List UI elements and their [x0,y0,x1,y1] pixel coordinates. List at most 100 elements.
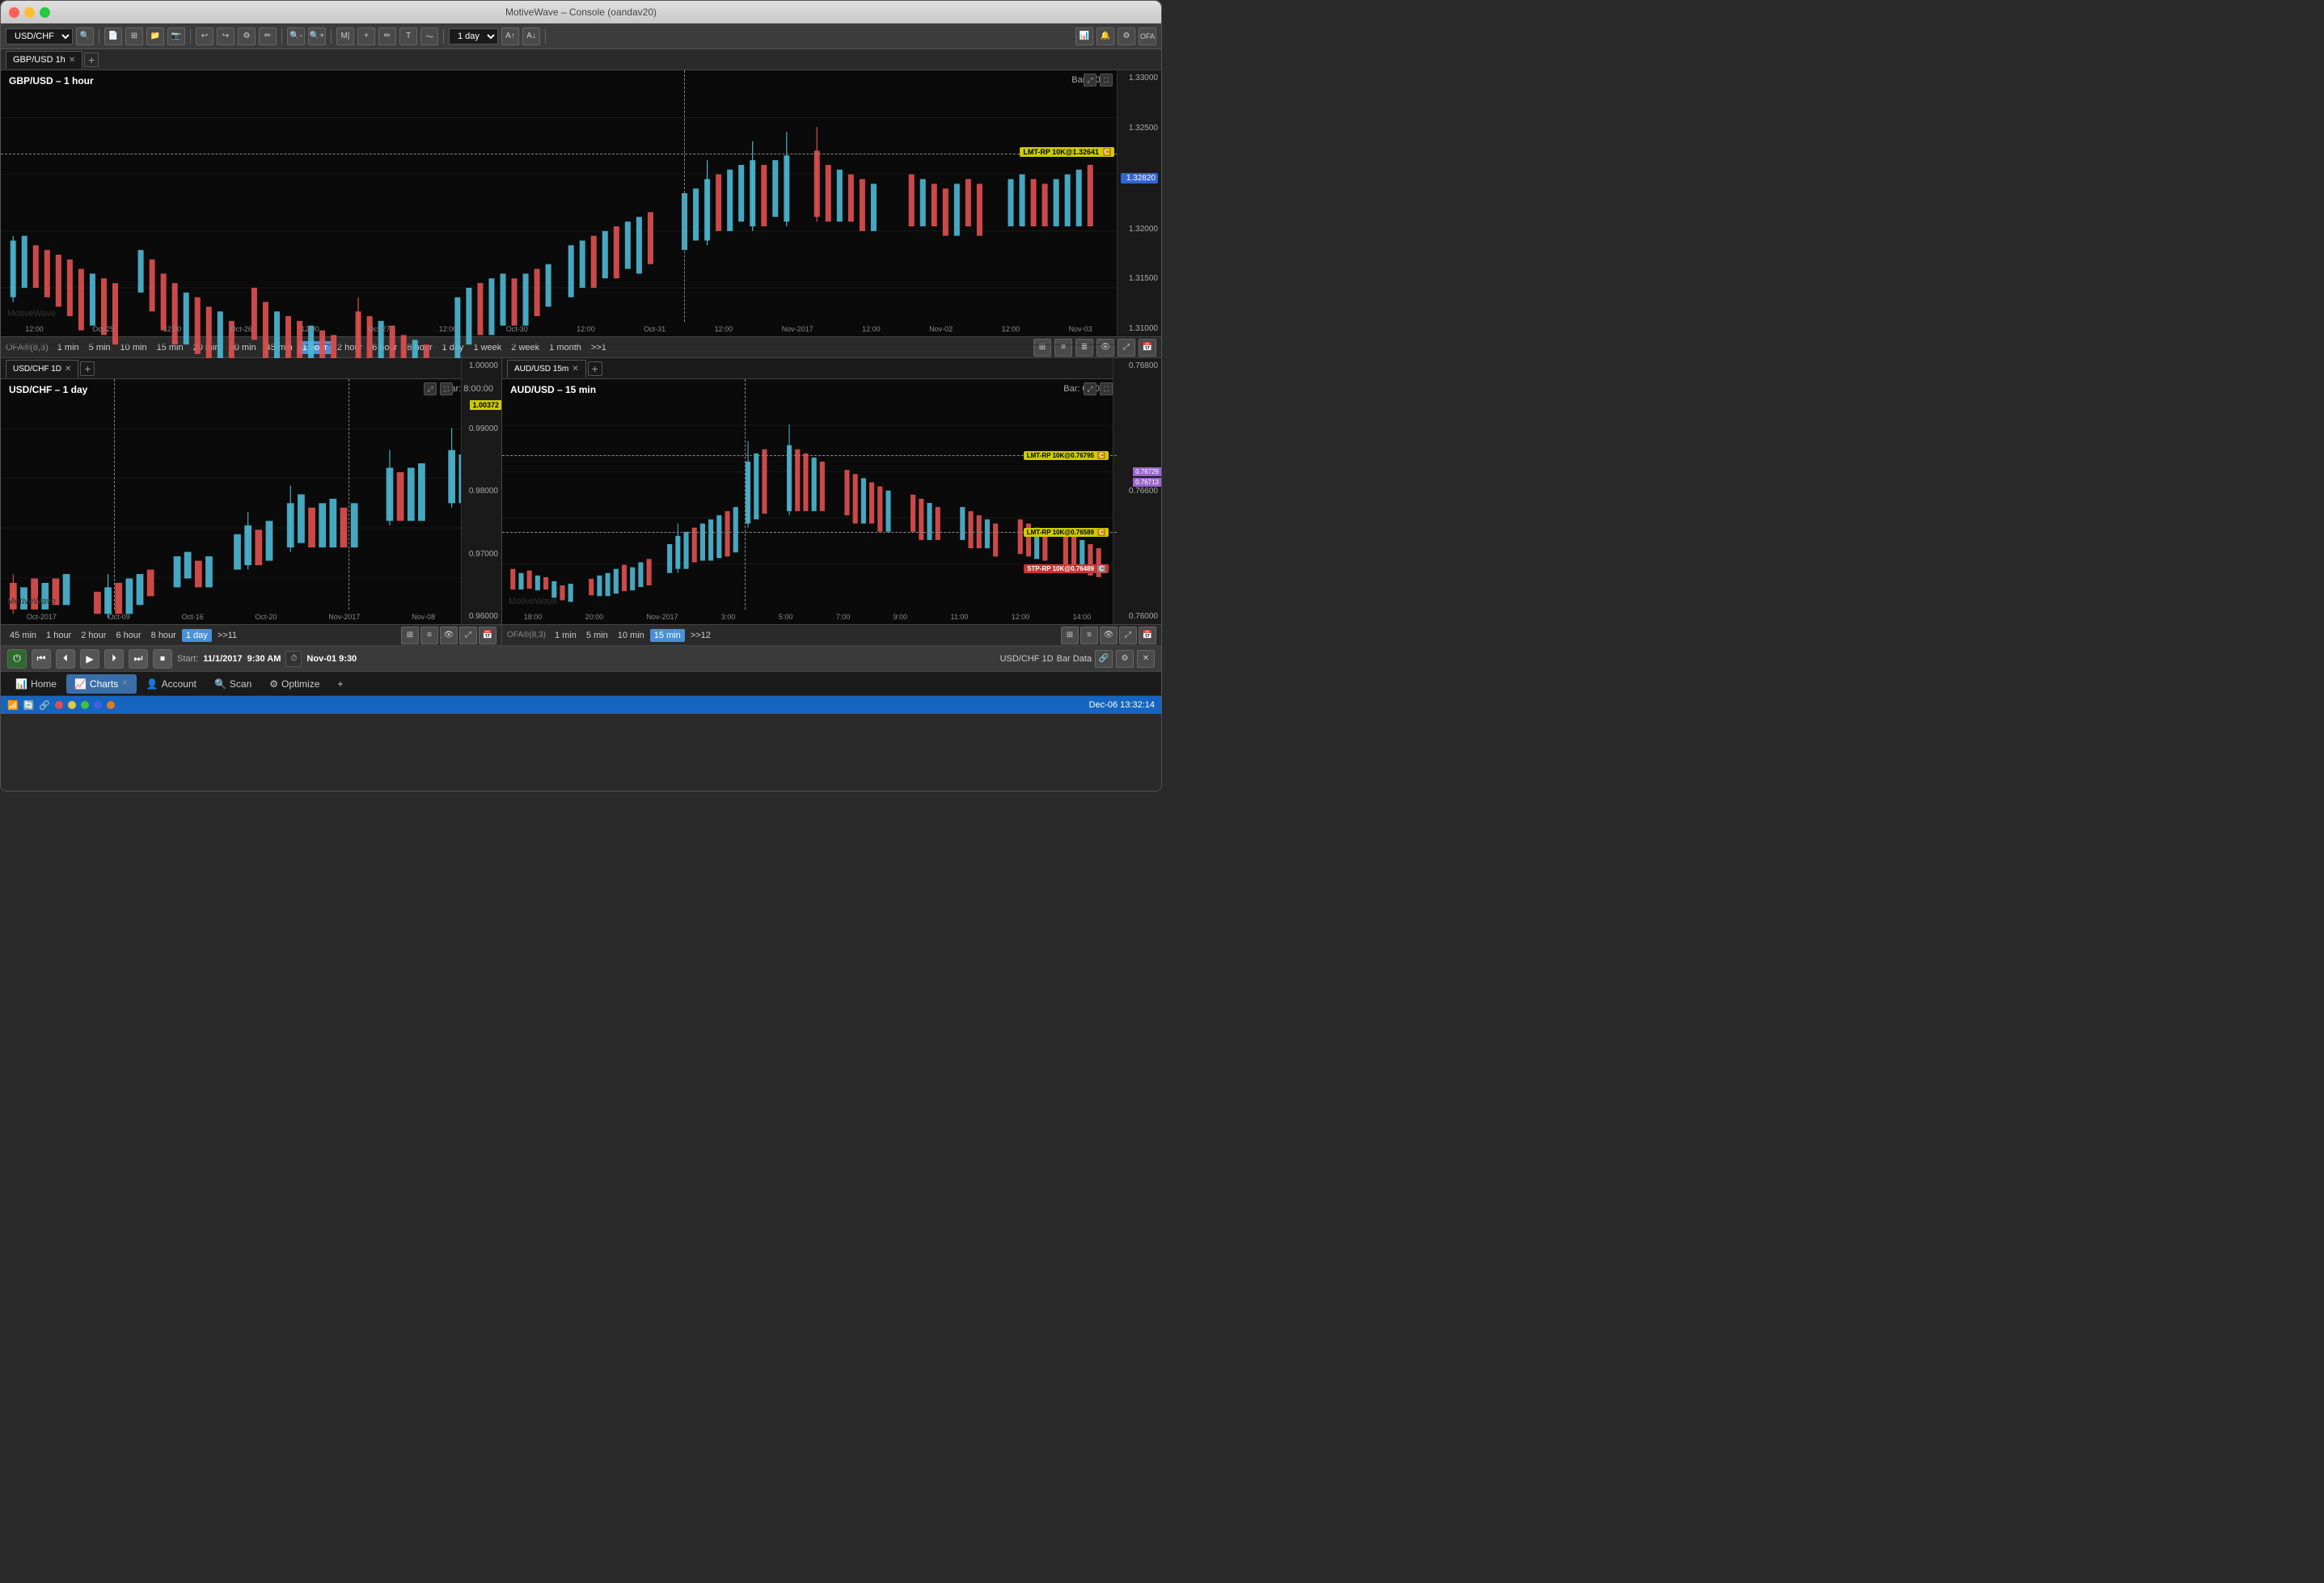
taskbar-home[interactable]: 📊 Home [7,674,65,694]
chart-type-btn[interactable]: 📊 [1075,27,1093,45]
taskbar-account[interactable]: 👤 Account [138,674,205,694]
bl-grid[interactable]: ⊞ [401,627,419,644]
text-btn[interactable]: T [399,27,417,45]
ctrl-link-btn[interactable]: 🔗 [1095,650,1113,668]
skip-end-btn[interactable]: ⏭ [129,649,148,669]
symbol-selector[interactable]: USD/CHF [6,28,73,44]
settings-btn[interactable]: ⚙ [238,27,256,45]
br-interval-bar: OFA®(8,3) 1 min 5 min 10 min 15 min >>12… [502,625,1161,645]
br-time-axis: 18:00 20:00 Nov-2017 3:00 5:00 7:00 9:00… [502,610,1113,624]
layout-btn[interactable]: ⊞ [125,27,143,45]
br-grid[interactable]: ⊞ [1061,627,1079,644]
add-br-tab[interactable]: + [588,361,602,376]
folder-btn[interactable]: 📁 [146,27,164,45]
skip-start-btn[interactable]: ⏮ [32,649,51,669]
bl-more[interactable]: >>11 [213,629,241,642]
settings2-btn[interactable]: ⚙ [1118,27,1135,45]
bl-cal[interactable]: 📅 [479,627,496,644]
t1: 12:00 [25,325,44,333]
power-btn[interactable]: ⏻ [7,649,27,669]
wave-btn[interactable]: 〜 [420,27,438,45]
play-btn[interactable]: ▶ [80,649,99,669]
close-audusd[interactable]: ✕ [572,365,578,374]
bl-2hour[interactable]: 2 hour [77,629,110,642]
undo-btn[interactable]: ↩ [196,27,213,45]
br-more[interactable]: >>12 [687,629,715,642]
bl-45min[interactable]: 45 min [6,629,40,642]
minimize-button[interactable] [24,7,35,18]
draw-btn[interactable]: ✏ [378,27,396,45]
br-fit[interactable]: ⤢ [1119,627,1137,644]
br-1min[interactable]: 1 min [551,629,581,642]
add-tab-btn[interactable]: + [84,53,99,67]
bl-chart-title: USD/CHF – 1 day [9,384,87,395]
t4: Oct-26 [230,325,252,333]
br-eye[interactable]: 👁 [1100,627,1118,644]
taskbar-optimize[interactable]: ⚙ Optimize [261,674,327,694]
bl-expand-icon[interactable]: ⤢ [424,382,437,395]
bl-6hour[interactable]: 6 hour [112,629,145,642]
tools-btn[interactable]: ✏ [259,27,277,45]
br-align[interactable]: ≡ [1080,627,1098,644]
taskbar-scan[interactable]: 🔍 Scan [206,674,260,694]
tab-close-gbpusd[interactable]: ✕ [69,56,75,65]
ctrl-close-btn[interactable]: ✕ [1137,650,1155,668]
expand-icon[interactable]: ⤢ [1084,74,1097,87]
br-expand-icon[interactable]: ⤢ [1084,382,1097,395]
control-bar: ⏻ ⏮ ⏴ ▶ ⏵ ⏭ ⏹ Start: 11/1/2017 9:30 AM ⏱… [1,646,1161,672]
bl-1hour[interactable]: 1 hour [42,629,75,642]
bl-eye[interactable]: 👁 [440,627,458,644]
maximize-button[interactable] [40,7,50,18]
timeframe-selector[interactable]: 1 day [449,28,498,44]
search-btn[interactable]: 🔍 [76,27,94,45]
calendar-btn[interactable]: 📅 [1139,339,1156,357]
zoom-in-btn[interactable]: 🔍+ [308,27,326,45]
tab-gbpusd[interactable]: GBP/USD 1h ✕ [6,51,82,69]
bl-8hour[interactable]: 8 hour [147,629,180,642]
lmt-c-btn[interactable]: C [1103,148,1112,156]
zoom-out-btn[interactable]: 🔍- [287,27,305,45]
t8: Oct-30 [506,325,528,333]
close-usdchf[interactable]: ✕ [65,365,71,374]
close-button[interactable] [9,7,19,18]
fitscreen-btn[interactable]: ⤢ [1118,339,1135,357]
br-fullscreen-icon[interactable]: ⛶ [1100,382,1113,395]
br-lmt-bot-c[interactable]: C [1097,529,1105,536]
step-back-btn[interactable]: ⏴ [56,649,75,669]
taskbar-charts[interactable]: 📈 Charts ✕ [66,674,137,694]
brt8: 11:00 [951,613,969,621]
font-dn-btn[interactable]: A↓ [522,27,540,45]
ctrl-bardata: Bar Data [1057,654,1092,664]
fullscreen-icon[interactable]: ⛶ [1100,74,1113,87]
br-cal[interactable]: 📅 [1139,627,1156,644]
redo-btn[interactable]: ↪ [217,27,235,45]
window-controls[interactable] [9,7,50,18]
new-chart-btn[interactable]: 📄 [104,27,122,45]
camera-btn[interactable]: 📷 [167,27,185,45]
stop-btn[interactable]: ⏹ [153,649,172,669]
plus-btn[interactable]: + [357,27,375,45]
add-bl-tab[interactable]: + [80,361,95,376]
br-10min[interactable]: 10 min [614,629,649,642]
br-dashed-v [745,379,746,610]
br-15min[interactable]: 15 min [650,629,685,642]
bl-1day[interactable]: 1 day [182,629,212,642]
font-up-btn[interactable]: A↑ [501,27,519,45]
ctrl-settings-btn[interactable]: ⚙ [1116,650,1134,668]
br-5min[interactable]: 5 min [582,629,612,642]
tab-audusd[interactable]: AUD/USD 15m ✕ [507,360,586,378]
indicator-btn[interactable]: M| [336,27,354,45]
br-lmt-top-c[interactable]: C [1097,452,1105,459]
ofa-btn[interactable]: OFA [1139,27,1156,45]
br-stp: STP-RP 10K@0.76489 C [1024,564,1109,573]
alert-btn[interactable]: 🔔 [1097,27,1114,45]
blt6: Nov-08 [412,613,435,621]
step-fwd-btn[interactable]: ⏵ [104,649,124,669]
blp3: 0.98000 [465,487,498,496]
taskbar-add[interactable]: + [329,674,351,694]
charts-close[interactable]: ✕ [121,679,128,688]
bl-fullscreen-icon[interactable]: ⛶ [440,382,453,395]
bl-align[interactable]: ≡ [420,627,438,644]
bl-fit[interactable]: ⤢ [459,627,477,644]
tab-usdchf[interactable]: USD/CHF 1D ✕ [6,360,78,378]
